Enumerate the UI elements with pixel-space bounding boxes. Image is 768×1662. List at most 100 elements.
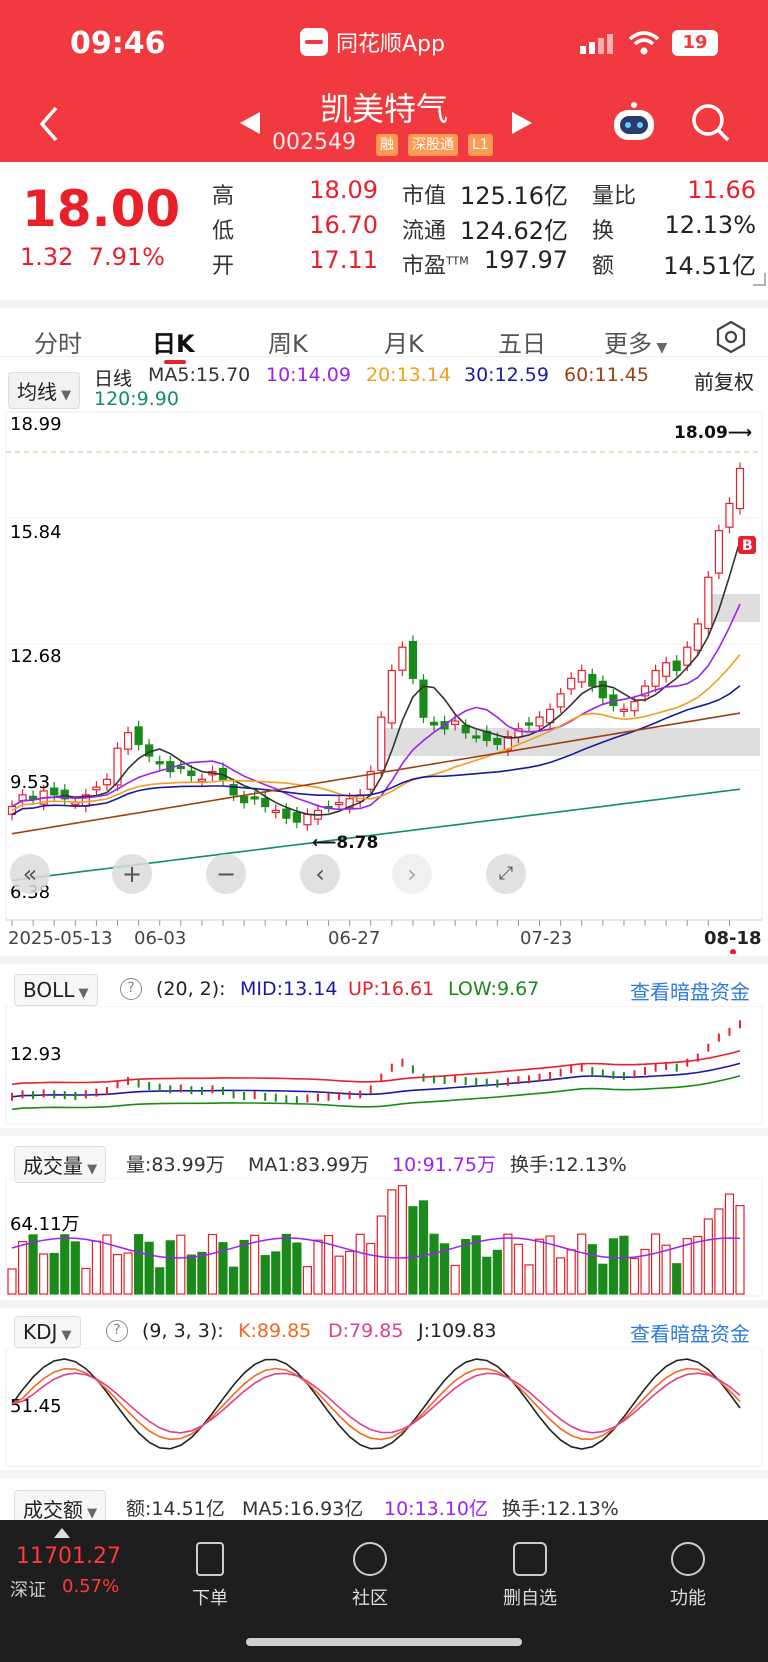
function-button[interactable]: 功能	[628, 1542, 748, 1610]
candle	[155, 761, 164, 765]
candle	[662, 662, 671, 677]
date-label-2: 06-03	[134, 928, 186, 949]
kdj-j: J:109.83	[418, 1320, 497, 1342]
candle	[598, 680, 607, 699]
candle	[472, 735, 481, 739]
candle	[619, 708, 629, 712]
zoom-out-button[interactable]: −	[206, 854, 246, 894]
volume-bar	[355, 1233, 365, 1295]
order-icon	[196, 1542, 224, 1576]
volume-bar	[724, 1193, 735, 1295]
index-value[interactable]: 11701.27	[16, 1544, 121, 1569]
boll-chart[interactable]: 12.93	[0, 1006, 768, 1126]
volume-bar	[155, 1267, 165, 1295]
volume-bar	[513, 1243, 524, 1295]
volume-bar	[566, 1249, 576, 1295]
search-icon[interactable]	[690, 102, 732, 144]
boll-selector[interactable]: BOLL ▼	[14, 974, 98, 1006]
help-icon[interactable]: ?	[106, 1320, 128, 1342]
volume-bar	[250, 1234, 260, 1295]
price-label-3: 12.68	[10, 646, 62, 667]
high-mark: 18.09⟶	[674, 423, 752, 443]
tab-more[interactable]: 更多 ▼	[604, 324, 667, 359]
volume-bar	[534, 1238, 545, 1295]
volume-bar	[239, 1239, 249, 1295]
ma20-value: 20:13.14	[366, 364, 451, 386]
volume-bar	[260, 1255, 270, 1295]
robot-assistant-icon[interactable]	[610, 100, 658, 144]
open-label: 开	[212, 254, 235, 279]
volume-chart[interactable]: 64.11万	[0, 1178, 768, 1298]
high-value: 18.09	[309, 176, 378, 204]
volume-bar	[228, 1266, 239, 1295]
expand-corner-icon[interactable]	[752, 272, 766, 286]
dark-pool-link-kdj[interactable]: 查看暗盘资金	[630, 1318, 750, 1347]
candle	[240, 795, 249, 804]
open-value: 17.11	[309, 246, 378, 274]
app-indicator[interactable]: 同花顺App	[300, 26, 445, 58]
tab-weekly-k[interactable]: 周K	[268, 324, 308, 359]
candle	[261, 797, 270, 808]
volume-bar	[471, 1235, 481, 1295]
candle	[102, 778, 112, 786]
tab-intraday[interactable]: 分时	[34, 324, 82, 359]
candle	[588, 673, 597, 687]
community-button[interactable]: 社区	[310, 1542, 430, 1610]
volume-bar	[408, 1206, 418, 1295]
adjust-mode[interactable]: 前复权	[694, 366, 754, 395]
pan-right-button[interactable]: ›	[392, 854, 432, 894]
volume-bar	[387, 1189, 397, 1295]
divider	[0, 356, 768, 357]
remove-watchlist-button[interactable]: 删自选	[470, 1542, 590, 1610]
volume-bar	[461, 1238, 471, 1295]
volume-bar	[176, 1234, 186, 1295]
volume-bar	[629, 1257, 640, 1295]
dark-pool-link-boll[interactable]: 查看暗盘资金	[630, 976, 750, 1005]
kdj-line	[11, 1372, 741, 1434]
boll-band	[11, 1050, 741, 1086]
low-value: 16.70	[309, 211, 378, 239]
float-value: 124.62亿	[460, 217, 568, 245]
volume-bar	[492, 1249, 502, 1295]
kdj-selector[interactable]: KDJ ▼	[14, 1316, 81, 1348]
order-button[interactable]: 下单	[150, 1542, 270, 1610]
ma120-value: 120:9.90	[94, 388, 179, 410]
help-icon[interactable]: ?	[120, 978, 142, 1000]
settings-hex-icon[interactable]	[714, 320, 748, 354]
volume-bar	[366, 1242, 376, 1295]
candle	[451, 720, 460, 726]
volume-bar	[313, 1239, 323, 1295]
candle	[398, 646, 407, 671]
volume-bar	[271, 1251, 281, 1295]
candle	[714, 530, 723, 574]
tab-five-day[interactable]: 五日	[498, 324, 546, 359]
pan-left-button[interactable]: ‹	[300, 854, 340, 894]
volume-bar	[397, 1185, 407, 1295]
zoom-out-far-button[interactable]: «	[10, 854, 50, 894]
volume-bar	[672, 1263, 682, 1295]
price-change: 1.32 7.91%	[20, 243, 165, 271]
pe-value: 197.97	[484, 246, 568, 274]
candle	[672, 660, 681, 672]
volume-bar	[70, 1241, 80, 1295]
volume-bar	[693, 1235, 703, 1295]
ma-selector[interactable]: 均线 ▼	[8, 372, 81, 409]
fullscreen-button[interactable]: ⤢	[486, 854, 526, 894]
volume-bar	[482, 1256, 492, 1295]
app-name: 同花顺App	[336, 32, 445, 57]
price-label-2: 15.84	[10, 522, 62, 543]
amount-ma5: MA5:16.93亿	[242, 1498, 364, 1520]
volume-bar	[144, 1241, 154, 1295]
tab-daily-k[interactable]: 日K	[152, 324, 195, 359]
next-stock-icon[interactable]	[510, 110, 534, 136]
candle	[387, 669, 396, 724]
section-divider	[0, 1300, 768, 1308]
tab-monthly-k[interactable]: 月K	[384, 324, 424, 359]
volume-bar	[650, 1233, 661, 1295]
volume-bar	[619, 1235, 629, 1295]
remove-watchlist-icon	[513, 1542, 547, 1576]
kdj-chart[interactable]: 51.45	[0, 1348, 768, 1468]
candle	[29, 795, 38, 800]
zoom-in-button[interactable]: +	[112, 854, 152, 894]
candle	[176, 765, 185, 770]
